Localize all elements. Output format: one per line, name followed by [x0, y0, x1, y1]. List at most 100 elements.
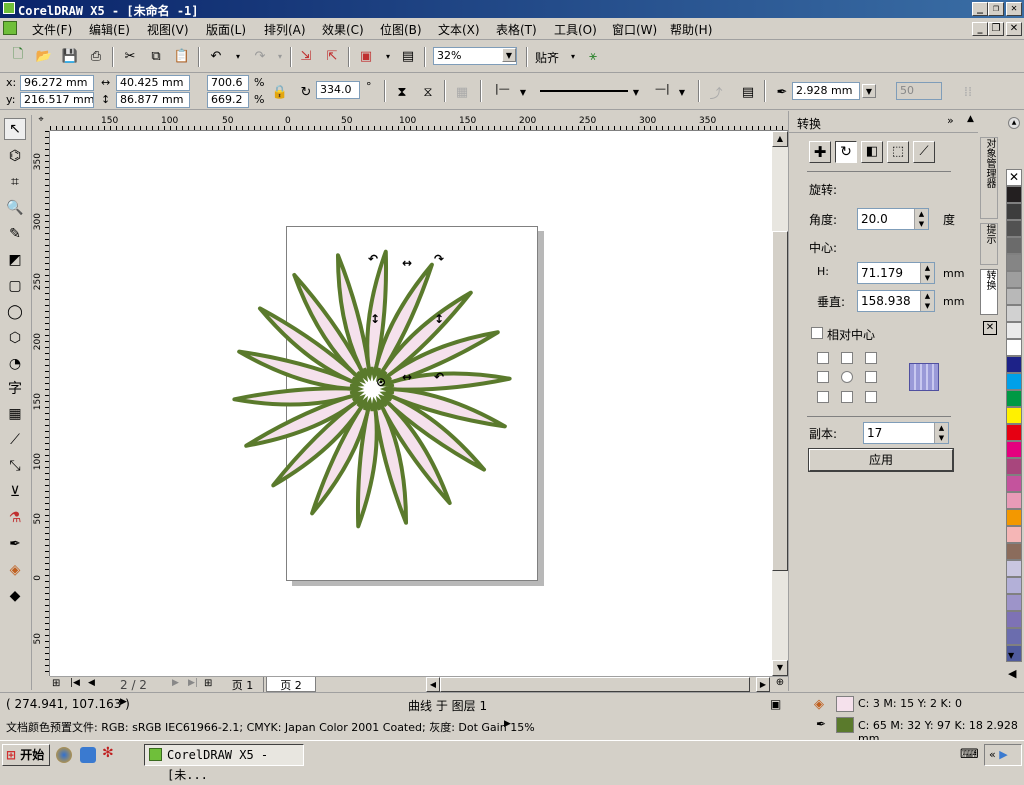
color-swatch[interactable]	[1006, 441, 1022, 458]
color-swatch[interactable]	[1006, 373, 1022, 390]
fill-tool-icon[interactable]: ◈	[4, 559, 26, 581]
color-swatch[interactable]	[1006, 390, 1022, 407]
rotation-handle-icon[interactable]: ↷	[434, 252, 444, 266]
rotation-handle-icon[interactable]: ↕	[370, 312, 380, 326]
prev-page-icon[interactable]: ◀	[88, 678, 95, 688]
taskbar-coreldraw-task[interactable]: CorelDRAW X5 - [未...	[144, 744, 304, 782]
color-swatch[interactable]	[1006, 594, 1022, 611]
rotate-transform-icon[interactable]: ↻	[835, 141, 857, 163]
anchor-center-radio[interactable]	[841, 371, 853, 383]
blend-tool-icon[interactable]: ⊻	[4, 481, 26, 503]
app-quicklaunch-icon[interactable]: ✻	[102, 745, 114, 761]
collapse-icon[interactable]: ▲	[967, 114, 974, 124]
start-arrow-select[interactable]: |—	[492, 82, 514, 98]
color-swatch[interactable]	[1006, 526, 1022, 543]
ie-icon[interactable]	[80, 747, 96, 763]
anchor-bottom-left-checkbox[interactable]	[817, 391, 829, 403]
color-swatch[interactable]	[1006, 560, 1022, 577]
palette-expand-icon[interactable]: ◀	[1008, 667, 1016, 680]
add-page-after-icon[interactable]: ⊞	[204, 678, 218, 691]
minimize-button[interactable]: _	[972, 2, 988, 16]
options-icon[interactable]: ⚹	[583, 46, 603, 66]
page-tab-2[interactable]: 页 2	[266, 677, 316, 692]
first-page-icon[interactable]: |◀	[70, 678, 80, 688]
menu-file[interactable]: 文件(F)	[32, 21, 72, 38]
doc-restore-button[interactable]: ❐	[988, 22, 1004, 36]
disabled-value-field[interactable]: 50	[896, 82, 942, 100]
ruler-origin-icon[interactable]: ⌖	[32, 115, 50, 131]
width-field[interactable]: 40.425 mm	[116, 75, 190, 91]
menu-edit[interactable]: 编辑(E)	[89, 21, 130, 38]
cut-icon[interactable]: ✂	[120, 46, 140, 66]
color-swatch[interactable]	[1006, 475, 1022, 492]
palette-down-icon[interactable]: ▼	[1008, 651, 1014, 660]
flower-shape[interactable]: ↶ ↔ ↷ ↕ ↕ ⊙ ↔ ↶	[50, 131, 772, 676]
menu-table[interactable]: 表格(T)	[496, 21, 537, 38]
scroll-down-icon[interactable]: ▼	[772, 660, 788, 676]
basic-shapes-icon[interactable]: ◔	[4, 353, 26, 375]
add-page-icon[interactable]: ⊞	[52, 678, 66, 691]
color-swatch[interactable]	[1006, 407, 1022, 424]
color-swatch[interactable]	[1006, 458, 1022, 475]
close-button[interactable]: ✕	[1006, 2, 1022, 16]
close-tab-icon[interactable]: ✕	[983, 321, 997, 335]
tray-expand-icon[interactable]: «	[989, 748, 996, 761]
color-swatch[interactable]	[1006, 305, 1022, 322]
x-position-field[interactable]: 96.272 mm	[20, 75, 94, 91]
color-swatch[interactable]	[1006, 509, 1022, 526]
rectangle-tool-icon[interactable]: ▢	[4, 275, 26, 297]
scroll-left-icon[interactable]: ◀	[426, 677, 440, 692]
line-style-dropdown-icon[interactable]: ▼	[626, 82, 646, 102]
position-transform-icon[interactable]: ✚	[809, 141, 831, 163]
no-color-swatch[interactable]: ✕	[1006, 169, 1022, 186]
anchor-top-left-checkbox[interactable]	[817, 352, 829, 364]
color-swatch[interactable]	[1006, 288, 1022, 305]
lock-ratio-icon[interactable]: 🔒	[270, 82, 290, 102]
smart-fill-icon[interactable]: ◩	[4, 249, 26, 271]
height-field[interactable]: 86.877 mm	[116, 92, 190, 108]
rotation-handle-icon[interactable]: ↕	[434, 312, 444, 326]
rotation-handle-icon[interactable]: ↔	[402, 256, 412, 270]
new-icon[interactable]: 🗋	[8, 46, 28, 66]
size-transform-icon[interactable]: ⬚	[887, 141, 909, 163]
anchor-top-center-checkbox[interactable]	[841, 352, 853, 364]
eyedropper-icon[interactable]: ⚗	[4, 507, 26, 529]
coordinates-arrow-icon[interactable]: ▶	[120, 697, 127, 707]
start-button[interactable]: ⊞ 开始	[2, 744, 50, 766]
mirror-vertical-icon[interactable]: ⧖	[418, 82, 438, 102]
close-curve-icon[interactable]: ⤴	[706, 82, 726, 102]
grid-icon[interactable]: ⁞⁞	[958, 82, 978, 102]
scale-mirror-icon[interactable]: ◧	[861, 141, 883, 163]
color-swatch[interactable]	[1006, 356, 1022, 373]
skew-transform-icon[interactable]: ⟋	[913, 141, 935, 163]
relative-center-checkbox[interactable]	[811, 327, 823, 339]
outline-width-dropdown-icon[interactable]: ▼	[862, 84, 876, 98]
snap-to-label[interactable]: 贴齐	[535, 49, 559, 66]
menu-help[interactable]: 帮助(H)	[670, 21, 712, 38]
rotation-field[interactable]: 334.0	[316, 81, 360, 99]
anchor-middle-left-checkbox[interactable]	[817, 371, 829, 383]
color-swatch[interactable]	[1006, 186, 1022, 203]
expand-icon[interactable]: »	[947, 114, 954, 127]
navigator-icon[interactable]: ⊕	[772, 677, 788, 692]
save-icon[interactable]: 💾	[60, 46, 80, 66]
scroll-right-icon[interactable]: ▶	[756, 677, 770, 692]
snap-dropdown-icon[interactable]: ▾	[563, 46, 583, 66]
zoom-tool-icon[interactable]: 🔍	[4, 197, 26, 219]
table-tool-icon[interactable]: ▦	[4, 403, 26, 425]
horizontal-scroll-thumb[interactable]	[440, 677, 750, 692]
undo-icon[interactable]: ↶	[206, 46, 226, 66]
apply-button[interactable]: 应用	[808, 448, 954, 472]
menu-layout[interactable]: 版面(L)	[206, 21, 246, 38]
anchor-middle-right-checkbox[interactable]	[865, 371, 877, 383]
end-arrow-dropdown-icon[interactable]: ▼	[672, 82, 692, 102]
color-swatch[interactable]	[1006, 203, 1022, 220]
menu-bitmaps[interactable]: 位图(B)	[380, 21, 422, 38]
anchor-bottom-center-checkbox[interactable]	[841, 391, 853, 403]
color-swatch[interactable]	[1006, 220, 1022, 237]
publish-pdf-icon[interactable]: ▣	[356, 46, 376, 66]
export-icon[interactable]: ⇱	[322, 46, 342, 66]
palette-scroll-up-icon[interactable]: ▲	[1008, 117, 1020, 129]
connector-tool-icon[interactable]: ⤡	[4, 455, 26, 477]
tab-hints[interactable]: 提示	[980, 223, 998, 265]
